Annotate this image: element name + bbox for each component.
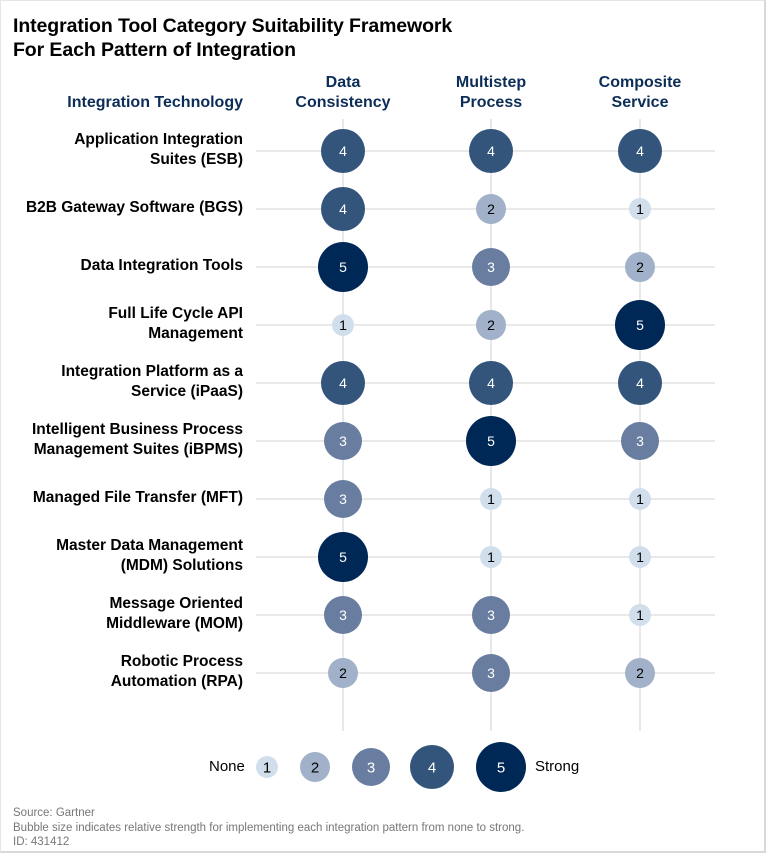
- legend-bubble-label: 1: [263, 760, 271, 777]
- bubble-value-label: 3: [487, 259, 495, 275]
- bubble-value-label: 3: [339, 607, 347, 623]
- bubble-value-label: 4: [487, 375, 495, 391]
- bubble-value-label: 3: [487, 665, 495, 681]
- legend-min-label: None: [209, 758, 245, 775]
- bubble-value-label: 3: [339, 491, 347, 507]
- bubble-value-label: 3: [339, 433, 347, 449]
- bubble-value-label: 1: [636, 201, 644, 217]
- bubble-value-label: 2: [636, 259, 644, 275]
- bubble-value-label: 5: [339, 259, 347, 275]
- bubble-value-label: 1: [636, 607, 644, 623]
- bubble-value-label: 1: [339, 317, 347, 333]
- legend-bubble-label: 4: [428, 760, 436, 777]
- bubble-value-label: 4: [339, 143, 347, 159]
- footer-source: Source: Gartner: [13, 807, 95, 819]
- bubble-value-label: 5: [636, 317, 644, 333]
- legend-bubble-label: 2: [311, 760, 319, 777]
- bubble-value-label: 4: [636, 143, 644, 159]
- bubble-value-label: 1: [636, 549, 644, 565]
- legend-bubble-label: 3: [367, 760, 375, 777]
- bubble-chart: 4 4 4 4 2 1 5 3 2 1 2 5 4 4 4 3 5 3 3 1 1 5 1 1 3 3 1 2 3 2 1 2 3 4 5: [256, 119, 715, 792]
- bubble-value-label: 4: [339, 375, 347, 391]
- footer: Source: Gartner Bubble size indicates re…: [13, 806, 524, 850]
- bubble-value-label: 2: [339, 665, 347, 681]
- bubble-value-label: 5: [339, 549, 347, 565]
- bubble-value-label: 2: [487, 201, 495, 217]
- bubble-value-label: 3: [636, 433, 644, 449]
- bubble-value-label: 4: [487, 143, 495, 159]
- bubble-value-label: 1: [636, 491, 644, 507]
- legend-bubble-label: 5: [497, 760, 505, 777]
- bubble-value-label: 5: [487, 433, 495, 449]
- footer-note: Bubble size indicates relative strength …: [13, 821, 525, 834]
- bubble-value-label: 4: [636, 375, 644, 391]
- bubble-value-label: 4: [339, 201, 347, 217]
- bubble-value-label: 1: [487, 491, 495, 507]
- bubble-value-label: 2: [636, 665, 644, 681]
- bubble-value-label: 1: [487, 549, 495, 565]
- legend-max-label: Strong: [535, 758, 580, 775]
- bubble-value-label: 3: [487, 607, 495, 623]
- bubble-value-label: 2: [487, 317, 495, 333]
- footer-id: ID: 431412: [13, 836, 70, 848]
